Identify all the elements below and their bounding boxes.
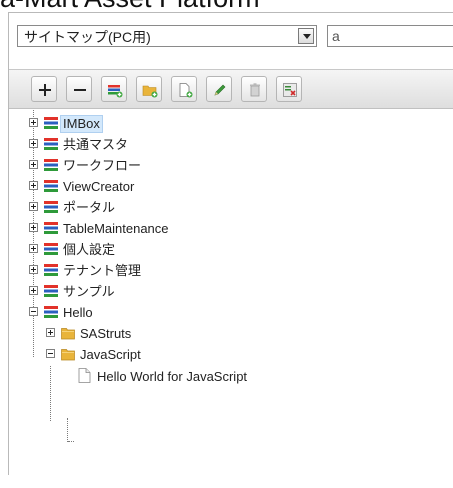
expand-toggle[interactable] (29, 160, 38, 169)
pencil-icon (214, 84, 226, 96)
add-category-button[interactable] (101, 76, 127, 102)
tree-node-javascript[interactable]: JavaScript (9, 345, 449, 365)
remove-icon (283, 83, 297, 97)
folder-icon (61, 349, 75, 361)
tree-node-label[interactable]: Hello (63, 305, 93, 321)
expand-toggle[interactable] (29, 286, 38, 295)
delete-button[interactable] (241, 76, 267, 102)
collapse-toggle[interactable] (46, 349, 55, 358)
page-icon (78, 368, 91, 383)
add-category-icon (108, 85, 123, 98)
tree-node-tablemaintenance[interactable]: TableMaintenance (9, 219, 449, 239)
tree-toolbar (9, 69, 453, 109)
expand-toggle[interactable] (29, 265, 38, 274)
tree-node-label[interactable]: 個人設定 (63, 242, 115, 258)
secondary-select-value: a (332, 28, 340, 44)
tree-node-sastruts[interactable]: SAStruts (9, 324, 449, 344)
category-icon (44, 201, 58, 213)
tree-node-workflow[interactable]: ワークフロー (9, 156, 449, 176)
add-folder-icon (142, 85, 158, 98)
expand-toggle[interactable] (29, 118, 38, 127)
tree-node-viewcreator[interactable]: ViewCreator (9, 177, 449, 197)
sitemap-tree: IMBox 共通マスタ ワークフロー ViewCreator ポータル Tabl… (9, 108, 453, 488)
expand-toggle[interactable] (29, 181, 38, 190)
expand-toggle[interactable] (29, 139, 38, 148)
tree-node-label[interactable]: TableMaintenance (63, 221, 169, 237)
tree-node-portal[interactable]: ポータル (9, 198, 449, 218)
add-folder-button[interactable] (136, 76, 162, 102)
minus-icon (74, 89, 86, 91)
tree-node-label[interactable]: テナント管理 (63, 263, 141, 279)
tree-guide-line (67, 418, 68, 442)
tree-node-sample[interactable]: サンプル (9, 282, 449, 302)
tree-guide-line (68, 441, 74, 442)
tree-node-label[interactable]: Hello World for JavaScript (97, 369, 247, 385)
tree-node-label[interactable]: ViewCreator (63, 179, 134, 195)
expand-toggle[interactable] (29, 244, 38, 253)
tree-node-common-master[interactable]: 共通マスタ (9, 135, 449, 155)
category-icon (44, 117, 58, 129)
add-page-button[interactable] (171, 76, 197, 102)
tree-node-label[interactable]: ワークフロー (63, 158, 141, 174)
category-icon (44, 264, 58, 276)
trash-icon (250, 83, 260, 97)
collapse-toggle[interactable] (29, 307, 38, 316)
tree-node-tenant-management[interactable]: テナント管理 (9, 261, 449, 281)
plus-icon (39, 84, 51, 96)
category-icon (44, 306, 58, 318)
tree-node-label[interactable]: 共通マスタ (63, 137, 128, 153)
category-icon (44, 138, 58, 150)
expand-all-button[interactable] (31, 76, 57, 102)
category-icon (44, 243, 58, 255)
expand-toggle[interactable] (29, 223, 38, 232)
sitemap-select-value: サイトマップ(PC用) (24, 29, 151, 45)
remove-button[interactable] (276, 76, 302, 102)
sitemap-panel: サイトマップ(PC用) a IMBox 共通マスタ ワークフロー ViewCre… (8, 12, 453, 475)
secondary-select[interactable]: a (327, 25, 453, 47)
tree-node-personal-settings[interactable]: 個人設定 (9, 240, 449, 260)
expand-toggle[interactable] (46, 328, 55, 337)
site-select-row: サイトマップ(PC用) a (9, 13, 453, 63)
collapse-all-button[interactable] (66, 76, 92, 102)
tree-node-label[interactable]: ポータル (63, 200, 115, 216)
tree-node-label[interactable]: JavaScript (80, 347, 141, 363)
expand-toggle[interactable] (29, 202, 38, 211)
tree-node-imbox[interactable]: IMBox (9, 114, 449, 134)
edit-button[interactable] (206, 76, 232, 102)
category-icon (44, 159, 58, 171)
tree-node-label[interactable]: SAStruts (80, 326, 131, 342)
tree-node-hello-world-for-javascript[interactable]: Hello World for JavaScript (9, 367, 449, 387)
chevron-down-icon[interactable] (298, 28, 314, 44)
sitemap-select[interactable]: サイトマップ(PC用) (17, 25, 317, 47)
tree-node-label[interactable]: サンプル (63, 284, 115, 300)
category-icon (44, 180, 58, 192)
category-icon (44, 222, 58, 234)
folder-icon (61, 328, 75, 340)
tree-node-label[interactable]: IMBox (60, 115, 103, 133)
tree-node-hello[interactable]: Hello (9, 303, 449, 323)
category-icon (44, 285, 58, 297)
add-page-icon (179, 83, 193, 98)
